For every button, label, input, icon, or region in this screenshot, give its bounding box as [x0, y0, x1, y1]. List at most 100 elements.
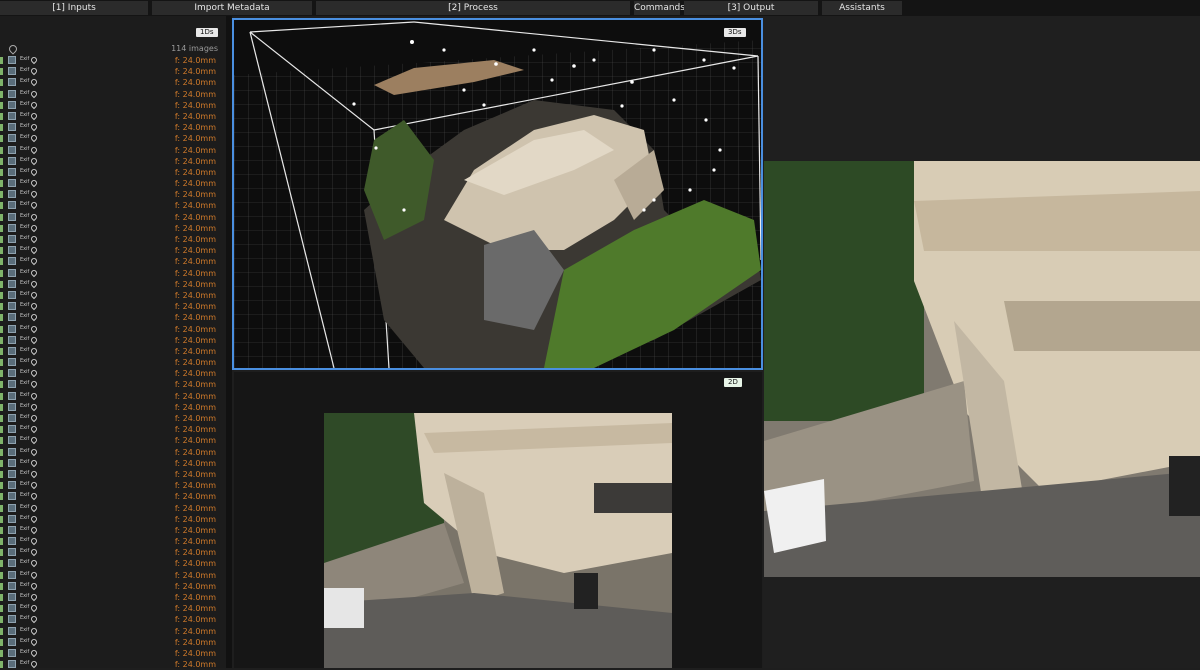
- image-list-item[interactable]: Exif f: 24.0mm: [0, 447, 220, 458]
- scene-3d: [234, 20, 761, 368]
- menu-inputs[interactable]: [1] Inputs: [0, 1, 148, 15]
- image-list-item[interactable]: Exif f: 24.0mm: [0, 200, 220, 211]
- image-list-item[interactable]: Exif f: 24.0mm: [0, 256, 220, 267]
- image-list-item[interactable]: Exif f: 24.0mm: [0, 581, 220, 592]
- image-list-item[interactable]: Exif f: 24.0mm: [0, 279, 220, 290]
- image-list-item[interactable]: Exif f: 24.0mm: [0, 346, 220, 357]
- gps-pin-icon: [29, 492, 39, 501]
- image-list-item[interactable]: Exif f: 24.0mm: [0, 435, 220, 446]
- image-list-item[interactable]: Exif f: 24.0mm: [0, 156, 220, 167]
- view-3d-toggle[interactable]: 3Ds: [724, 28, 746, 37]
- exif-label: Exif: [20, 369, 30, 376]
- image-list-item[interactable]: Exif f: 24.0mm: [0, 55, 220, 66]
- exif-label: Exif: [20, 89, 30, 96]
- reconstructed-indicator: [0, 79, 3, 87]
- menu-commands[interactable]: Commands: [634, 1, 685, 15]
- image-list-item[interactable]: Exif f: 24.0mm: [0, 558, 220, 569]
- gps-pin-icon: [29, 55, 39, 65]
- view-1d-toggle[interactable]: 1Ds: [196, 28, 218, 37]
- image-list-item[interactable]: Exif f: 24.0mm: [0, 66, 220, 77]
- image-list-item[interactable]: Exif f: 24.0mm: [0, 514, 220, 525]
- menu-assistants[interactable]: Assistants: [822, 1, 902, 15]
- image-list-item[interactable]: Exif f: 24.0mm: [0, 133, 220, 144]
- reconstructed-indicator: [0, 560, 3, 568]
- image-list-item[interactable]: Exif f: 24.0mm: [0, 357, 220, 368]
- image-list-item[interactable]: Exif f: 24.0mm: [0, 234, 220, 245]
- viewer-2d[interactable]: 2D: [234, 372, 762, 668]
- exif-label: Exif: [20, 167, 30, 174]
- reconstructed-indicator: [0, 549, 3, 557]
- view-2d-toggle[interactable]: 2D: [724, 378, 742, 387]
- menu-process[interactable]: [2] Process: [316, 1, 630, 15]
- reconstructed-indicator: [0, 515, 3, 523]
- image-list-item[interactable]: Exif f: 24.0mm: [0, 648, 220, 659]
- image-list-item[interactable]: Exif f: 24.0mm: [0, 536, 220, 547]
- image-list-item[interactable]: Exif f: 24.0mm: [0, 626, 220, 637]
- image-list-item[interactable]: Exif f: 24.0mm: [0, 290, 220, 301]
- image-list-item[interactable]: Exif f: 24.0mm: [0, 503, 220, 514]
- image-list-item[interactable]: Exif f: 24.0mm: [0, 335, 220, 346]
- image-list-item[interactable]: Exif f: 24.0mm: [0, 111, 220, 122]
- image-list-item[interactable]: Exif f: 24.0mm: [0, 89, 220, 100]
- image-list-item[interactable]: Exif f: 24.0mm: [0, 469, 220, 480]
- image-list-item[interactable]: Exif f: 24.0mm: [0, 379, 220, 390]
- image-list-item[interactable]: Exif f: 24.0mm: [0, 178, 220, 189]
- image-list-item[interactable]: Exif f: 24.0mm: [0, 223, 220, 234]
- image-list-item[interactable]: Exif f: 24.0mm: [0, 570, 220, 581]
- image-list-item[interactable]: Exif f: 24.0mm: [0, 368, 220, 379]
- image-list-item[interactable]: Exif f: 24.0mm: [0, 424, 220, 435]
- image-list-item[interactable]: Exif f: 24.0mm: [0, 659, 220, 670]
- image-list-item[interactable]: Exif f: 24.0mm: [0, 212, 220, 223]
- focal-length: f: 24.0mm: [174, 425, 216, 435]
- exif-label: Exif: [20, 67, 30, 74]
- image-list-item[interactable]: Exif f: 24.0mm: [0, 458, 220, 469]
- image-thumbnail-icon: [8, 246, 16, 255]
- reconstructed-indicator: [0, 649, 3, 657]
- gps-pin-icon: [29, 548, 39, 557]
- image-thumbnail-icon: [8, 458, 16, 467]
- reconstructed-indicator: [0, 482, 3, 490]
- focal-length: f: 24.0mm: [174, 436, 216, 446]
- image-list-item[interactable]: Exif f: 24.0mm: [0, 145, 220, 156]
- image-list-item[interactable]: Exif f: 24.0mm: [0, 480, 220, 491]
- image-list-item[interactable]: Exif f: 24.0mm: [0, 100, 220, 111]
- image-list-item[interactable]: Exif f: 24.0mm: [0, 324, 220, 335]
- exif-label: Exif: [20, 581, 30, 588]
- focal-length: f: 24.0mm: [174, 257, 216, 267]
- gps-pin-icon: [29, 447, 39, 456]
- image-thumbnail-icon: [8, 89, 16, 98]
- image-thumbnail-icon: [8, 268, 16, 277]
- image-list-item[interactable]: Exif f: 24.0mm: [0, 245, 220, 256]
- image-list-item[interactable]: Exif f: 24.0mm: [0, 122, 220, 133]
- gps-pin-icon: [29, 357, 39, 367]
- reconstructed-indicator: [0, 415, 3, 422]
- exif-label: Exif: [20, 559, 30, 566]
- viewer-3d[interactable]: 3Ds: [232, 18, 763, 370]
- image-list-item[interactable]: Exif f: 24.0mm: [0, 637, 220, 648]
- image-list-item[interactable]: Exif f: 24.0mm: [0, 268, 220, 279]
- image-list-item[interactable]: Exif f: 24.0mm: [0, 189, 220, 200]
- gps-pin-icon: [29, 380, 39, 389]
- image-list-item[interactable]: Exif f: 24.0mm: [0, 312, 220, 323]
- exif-label: Exif: [20, 56, 30, 62]
- focal-length: f: 24.0mm: [174, 525, 216, 535]
- image-list-item[interactable]: Exif f: 24.0mm: [0, 614, 220, 625]
- image-list-item[interactable]: Exif f: 24.0mm: [0, 603, 220, 614]
- image-list-item[interactable]: Exif f: 24.0mm: [0, 413, 220, 424]
- focal-length: f: 24.0mm: [174, 89, 216, 99]
- menu-output[interactable]: [3] Output: [684, 1, 818, 15]
- image-list-item[interactable]: Exif f: 24.0mm: [0, 525, 220, 536]
- gps-pin-icon: [29, 369, 39, 378]
- image-list-item[interactable]: Exif f: 24.0mm: [0, 402, 220, 413]
- image-list-item[interactable]: Exif f: 24.0mm: [0, 391, 220, 402]
- image-list-item[interactable]: Exif f: 24.0mm: [0, 77, 220, 88]
- image-list-item[interactable]: Exif f: 24.0mm: [0, 301, 220, 312]
- menu-import-metadata[interactable]: Import Metadata: [152, 1, 312, 15]
- image-list-item[interactable]: Exif f: 24.0mm: [0, 592, 220, 603]
- image-list-item[interactable]: Exif f: 24.0mm: [0, 547, 220, 558]
- image-list-item[interactable]: Exif f: 24.0mm: [0, 167, 220, 178]
- image-list-item[interactable]: Exif f: 24.0mm: [0, 491, 220, 502]
- focal-length: f: 24.0mm: [174, 67, 216, 77]
- reconstructed-indicator: [0, 247, 3, 255]
- gps-pin-icon: [29, 514, 39, 523]
